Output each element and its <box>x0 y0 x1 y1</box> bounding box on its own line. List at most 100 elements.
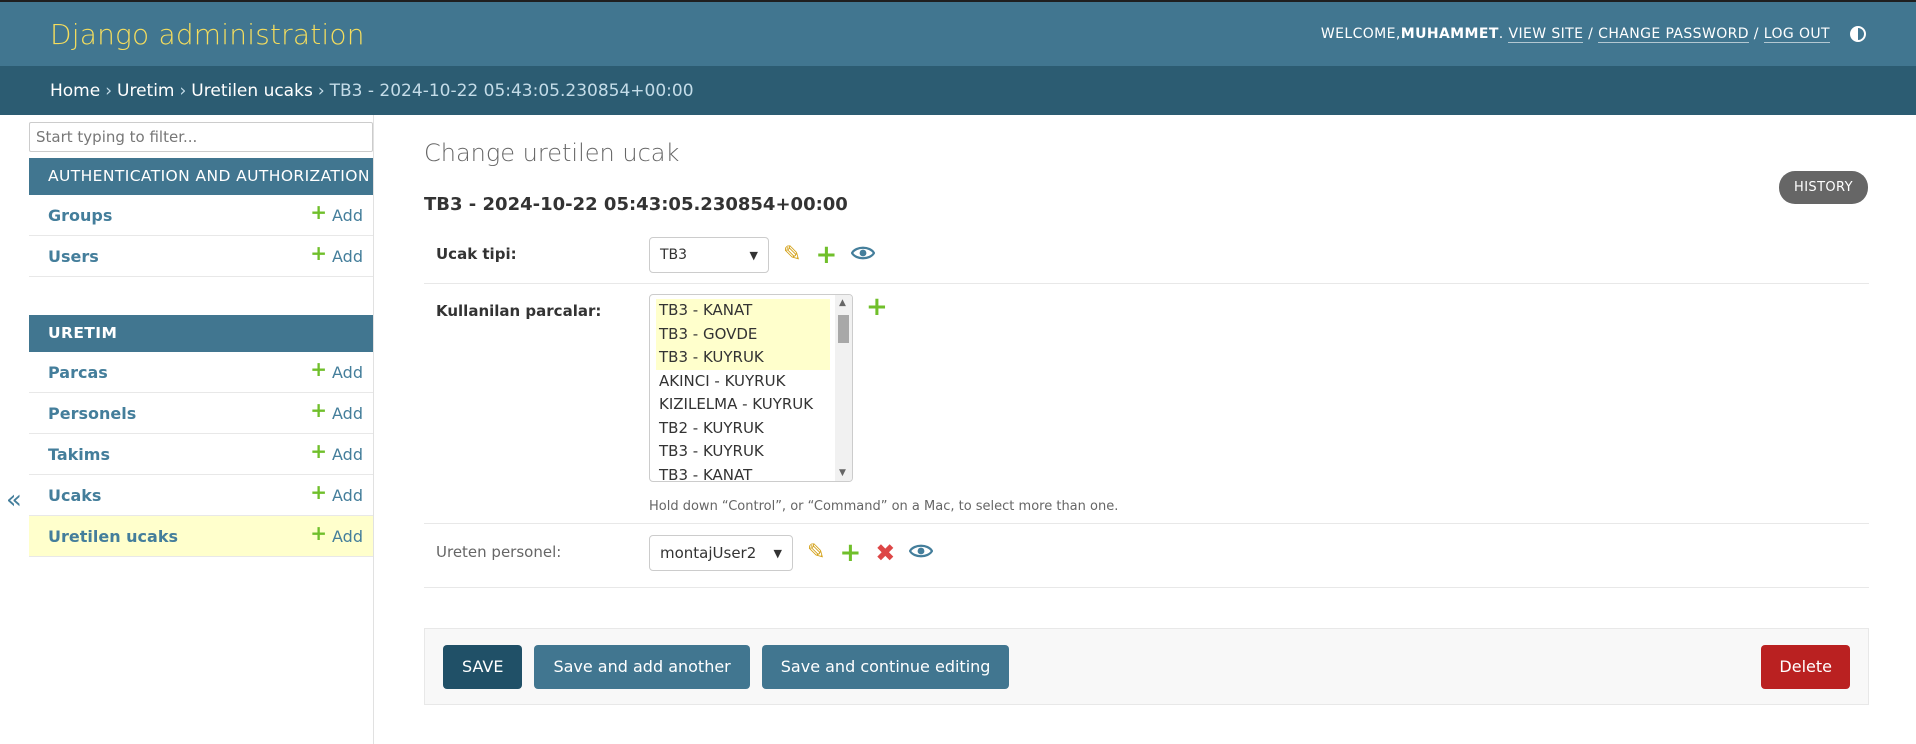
form-row-ucak-tipi: Ucak tipi: TB3 ▼ ✎ + <box>424 227 1869 284</box>
separator: / <box>1583 26 1599 42</box>
submit-row: SAVE Save and add another Save and conti… <box>424 628 1869 705</box>
ureten-personel-value: montajUser2 <box>660 544 757 562</box>
breadcrumb-uretim[interactable]: Uretim <box>117 81 174 101</box>
history-button[interactable]: HISTORY <box>1779 171 1868 204</box>
breadcrumb-separator: › <box>105 80 113 101</box>
breadcrumb-uretilen-ucaks[interactable]: Uretilen ucaks <box>191 81 313 101</box>
model-row-uretilen-ucaks: Uretilen ucaks + Add <box>29 516 373 557</box>
view-site-link[interactable]: VIEW SITE <box>1508 26 1584 43</box>
related-widget-icons: ✎ + ✖ <box>807 535 947 571</box>
log-out-link[interactable]: LOG OUT <box>1763 26 1830 43</box>
save-button[interactable]: SAVE <box>443 644 523 689</box>
scrollbar[interactable]: ▲ ▼ <box>835 295 852 481</box>
site-header: Django administration WELCOME, MUHAMMET.… <box>0 2 1916 66</box>
plus-icon[interactable]: + <box>815 242 837 268</box>
site-branding[interactable]: Django administration <box>50 18 365 51</box>
eye-icon[interactable] <box>909 542 934 564</box>
model-row-takims: Takims + Add <box>29 434 373 475</box>
model-row-parcas: Parcas + Add <box>29 352 373 393</box>
form-row-ureten-personel: Ureten personel: montajUser2 ▼ ✎ + ✖ <box>424 524 1869 588</box>
x-icon[interactable]: ✖ <box>875 541 895 565</box>
option[interactable]: TB3 - KANAT <box>656 464 830 482</box>
plus-icon: + <box>310 480 328 504</box>
theme-toggle-icon[interactable] <box>1850 26 1866 42</box>
breadcrumb-separator: › <box>317 80 325 101</box>
add-personels-link[interactable]: + Add <box>310 398 363 423</box>
kullanilan-parcalar-field: TB3 - KANAT TB3 - GOVDE TB3 - KUYRUK AKI… <box>649 294 1118 514</box>
option-selected[interactable]: TB3 - GOVDE <box>656 322 830 346</box>
model-link-personels[interactable]: Personels <box>48 404 136 423</box>
toggle-nav-sidebar-icon[interactable]: « <box>6 487 22 513</box>
option[interactable]: AKINCI - KUYRUK <box>656 370 830 394</box>
save-and-add-another-button[interactable]: Save and add another <box>534 644 750 689</box>
kullanilan-parcalar-label: Kullanilan parcalar: <box>436 302 602 320</box>
model-row-groups: Groups + Add <box>29 195 373 236</box>
option-selected[interactable]: TB3 - KUYRUK <box>656 346 830 370</box>
ucak-tipi-field: TB3 ▼ ✎ + <box>649 237 889 273</box>
model-link-groups[interactable]: Groups <box>48 206 112 225</box>
add-label: Add <box>332 444 363 464</box>
module-caption-uretim[interactable]: URETIM <box>29 315 373 352</box>
user-tools: WELCOME, MUHAMMET. VIEW SITE / CHANGE PA… <box>1321 26 1866 43</box>
related-widget-icons: + <box>866 294 902 320</box>
ucak-tipi-label: Ucak tipi: <box>436 245 517 263</box>
scroll-down-icon[interactable]: ▼ <box>839 468 846 478</box>
add-label: Add <box>332 362 363 382</box>
related-widget-icons: ✎ + <box>783 237 889 273</box>
option[interactable]: TB2 - KUYRUK <box>656 417 830 441</box>
ureten-personel-label: Ureten personel: <box>436 543 562 561</box>
page-title: Change uretilen ucak <box>424 139 680 167</box>
plus-icon[interactable]: + <box>839 540 861 566</box>
ureten-personel-field: montajUser2 ▼ ✎ + ✖ <box>649 535 947 571</box>
add-users-link[interactable]: + Add <box>310 243 363 266</box>
delete-button[interactable]: Delete <box>1761 644 1850 689</box>
model-link-uretilen-ucaks[interactable]: Uretilen ucaks <box>48 527 178 546</box>
add-label: Add <box>332 205 363 225</box>
object-heading: TB3 - 2024-10-22 05:43:05.230854+00:00 <box>424 194 848 215</box>
breadcrumb-home[interactable]: Home <box>50 81 100 101</box>
option-selected[interactable]: TB3 - KANAT <box>656 299 830 323</box>
module-caption-auth[interactable]: AUTHENTICATION AND AUTHORIZATION <box>29 158 373 195</box>
nav-filter-input[interactable] <box>29 122 373 152</box>
username: MUHAMMET <box>1400 26 1499 42</box>
add-uretilen-ucaks-link[interactable]: + Add <box>310 521 363 546</box>
option[interactable]: TB3 - KUYRUK <box>656 440 830 464</box>
plus-icon: + <box>310 398 328 422</box>
chevron-down-icon: ▼ <box>773 546 782 560</box>
add-label: Add <box>332 485 363 505</box>
add-parcas-link[interactable]: + Add <box>310 359 363 382</box>
kullanilan-parcalar-multiselect[interactable]: TB3 - KANAT TB3 - GOVDE TB3 - KUYRUK AKI… <box>649 294 853 482</box>
change-password-link[interactable]: CHANGE PASSWORD <box>1598 26 1749 43</box>
add-takims-link[interactable]: + Add <box>310 441 363 464</box>
breadcrumb-separator: › <box>179 80 187 101</box>
module-uretim: URETIM Parcas + Add Personels + Add Takims… <box>29 315 373 557</box>
main-area: « AUTHENTICATION AND AUTHORIZATION Group… <box>0 115 1916 744</box>
ucak-tipi-select[interactable]: TB3 ▼ <box>649 237 769 273</box>
pencil-icon[interactable]: ✎ <box>807 542 825 564</box>
nav-sidebar: AUTHENTICATION AND AUTHORIZATION Groups … <box>29 115 374 744</box>
model-row-personels: Personels + Add <box>29 393 373 434</box>
breadcrumb: Home › Uretim › Uretilen ucaks › TB3 - 2… <box>0 66 1916 115</box>
plus-icon[interactable]: + <box>866 294 888 320</box>
add-label: Add <box>332 403 363 423</box>
pencil-icon[interactable]: ✎ <box>783 244 801 266</box>
module-auth: AUTHENTICATION AND AUTHORIZATION Groups … <box>29 158 373 277</box>
add-ucaks-link[interactable]: + Add <box>310 480 363 505</box>
model-link-users[interactable]: Users <box>48 247 99 266</box>
welcome-text: WELCOME, <box>1320 26 1401 42</box>
add-groups-link[interactable]: + Add <box>310 202 363 225</box>
save-and-continue-button[interactable]: Save and continue editing <box>761 644 1010 689</box>
sidebar-toggle-column: « <box>0 115 29 744</box>
ureten-personel-select[interactable]: montajUser2 ▼ <box>649 535 793 571</box>
eye-icon[interactable] <box>850 244 876 266</box>
model-link-parcas[interactable]: Parcas <box>48 363 108 382</box>
add-label: Add <box>332 246 363 266</box>
model-link-takims[interactable]: Takims <box>48 445 110 464</box>
plus-icon: + <box>310 521 328 545</box>
scrollbar-thumb[interactable] <box>838 315 849 343</box>
model-link-ucaks[interactable]: Ucaks <box>48 486 101 505</box>
option[interactable]: KIZILELMA - KUYRUK <box>656 393 830 417</box>
breadcrumb-current: TB3 - 2024-10-22 05:43:05.230854+00:00 <box>329 80 694 101</box>
scroll-up-icon[interactable]: ▲ <box>839 298 846 308</box>
add-label: Add <box>332 526 363 546</box>
